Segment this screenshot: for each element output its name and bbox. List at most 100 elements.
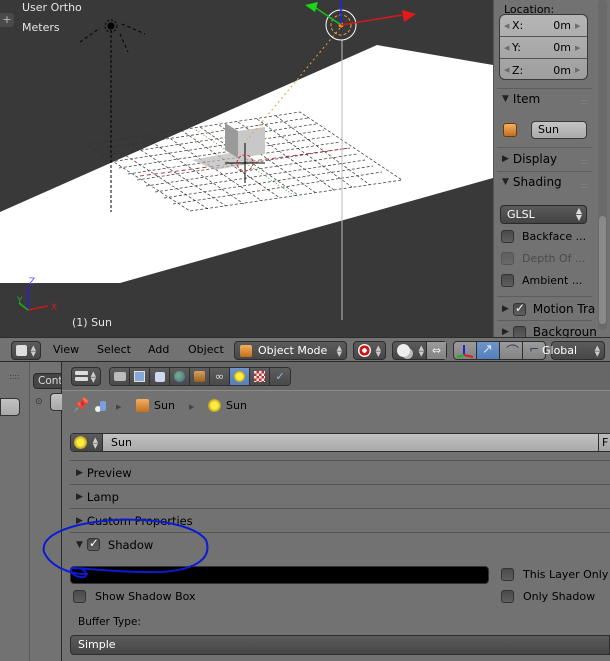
manipulator-toggle-icon[interactable] [453,341,477,360]
scrollbar-thumb[interactable] [599,216,606,324]
preview-panel-header[interactable]: ▶ Preview [70,460,610,484]
rotate-manipulator-button[interactable]: ⌒ [499,341,523,360]
lamp-panel-header[interactable]: ▶ Lamp [70,484,610,508]
3d-viewport[interactable]: Z X Y + User Ortho Meters (1) Sun [0,0,493,337]
ambient-occlusion-checkbox[interactable]: Ambient ... [501,274,582,287]
drag-grip-icon[interactable]: :::: [580,181,588,190]
transform-orientation-select[interactable]: Global ▲ ▼ [542,341,605,360]
decrement-icon[interactable]: ◀ [504,66,512,74]
location-z-field[interactable]: ◀ Z: 0m ▶ [500,59,587,79]
shadow-enable-checkbox[interactable] [86,536,100,551]
axis-label: Y: [512,41,521,54]
viewport-shading-select[interactable]: ▲ ▼ [353,341,386,360]
buffer-type-select[interactable]: Simple [70,635,610,655]
tab-scene[interactable] [150,368,170,385]
tab-constraints[interactable]: ∞ [210,368,230,385]
radio-icon[interactable]: ⊙ [35,397,43,407]
pivot-point-select[interactable]: ▲ ▼ ⇔ [392,341,447,360]
properties-editor: ▲ ▼ ∞ ✓ 📌 ▶ Sun ▶ Sun ▲ ▼ Sun F ▶ Preview ▶… [62,362,610,661]
menu-select[interactable]: Select [97,343,131,356]
location-y-field[interactable]: ◀ Y: 0m ▶ [500,37,587,59]
this-layer-only-checkbox[interactable]: This Layer Only [501,568,608,581]
scene-icon [95,401,107,413]
tab-lamp-data[interactable] [230,368,250,385]
checkbox-box[interactable] [501,590,514,603]
editor-type-button[interactable]: ▲ ▼ [11,341,41,360]
checkbox-box[interactable] [501,230,514,243]
fake-user-button[interactable]: F [598,434,610,451]
updown-arrows-icon: ▲ ▼ [92,436,98,450]
properties-editor-icon-bar [75,377,88,381]
browse-lamp-button[interactable]: ▲ ▼ [71,434,103,451]
background-images-panel-header[interactable]: ▶ Backgroun [502,325,597,337]
backface-culling-checkbox[interactable]: Backface ... [501,230,586,243]
checkbox-box[interactable] [501,274,514,287]
drag-grip-icon[interactable]: :::: [580,157,588,166]
motion-tracking-checkbox[interactable] [512,301,526,316]
scene-icon [154,371,165,382]
display-panel-header[interactable]: ▶ Display [502,152,557,166]
collapsed-triangle-icon: ▶ [502,154,509,164]
manipulate-center-icon[interactable]: ⇔ [426,342,446,359]
increment-icon[interactable]: ▶ [575,22,583,30]
lamp-datablock-selector[interactable]: ▲ ▼ Sun F [70,433,610,452]
background-checkbox[interactable] [512,325,526,337]
shading-mode-select[interactable]: GLSL ▲ ▼ [500,205,587,224]
axis-label: X: [512,19,524,32]
menu-object[interactable]: Object [188,343,224,356]
pivot-icon [397,344,410,357]
object-name-field[interactable]: Sun [531,121,587,139]
shelf-scrollbar[interactable] [598,0,607,330]
breadcrumb-separator-icon: ▶ [116,403,122,411]
tab-render-layers[interactable] [130,368,150,385]
drag-grip-icon[interactable]: :::: [9,372,20,381]
checkbox-box[interactable] [501,568,514,581]
object-icon [194,371,205,382]
editor-type-button[interactable]: ▲ ▼ [71,367,101,386]
updown-arrows-icon: ▲ ▼ [418,344,424,358]
checkbox-box[interactable] [73,590,86,603]
location-fields: ◀ X: 0m ▶ ◀ Y: 0m ▶ ◀ Z: 0m ▶ [499,14,588,80]
decrement-icon[interactable]: ◀ [504,22,512,30]
3d-view-icon [16,345,27,356]
drag-grip-icon[interactable]: :::: [580,97,588,106]
tab-texture[interactable] [250,368,270,385]
custom-properties-panel-header[interactable]: ▶ Custom Properties [70,508,610,532]
panel-title: Shadow [107,537,154,552]
menu-add[interactable]: Add [148,343,169,356]
field-button[interactable] [50,393,62,411]
shadow-color-field[interactable] [70,566,489,584]
orientation-value: Global [542,344,578,357]
tool-shelf-area: Cont ⊙ [30,362,62,661]
divider [497,88,592,89]
show-shadow-box-checkbox[interactable]: Show Shadow Box [73,590,196,603]
viewport-header: ▲ ▼ View Select Add Object Object Mode ▲ ▼… [0,337,610,362]
tab-physics[interactable]: ✓ [270,368,290,385]
tab-object[interactable] [190,368,210,385]
decrement-icon[interactable]: ◀ [504,44,512,52]
axis-value: 0m [553,19,571,32]
location-x-field[interactable]: ◀ X: 0m ▶ [500,15,587,37]
tab-context[interactable]: Cont [33,373,62,389]
object-cube-icon [503,123,517,137]
increment-icon[interactable]: ▶ [575,44,583,52]
only-shadow-checkbox[interactable]: Only Shadow [501,590,595,603]
datablock-name-field[interactable]: Sun [111,436,132,449]
shading-panel-header[interactable]: ▼ Shading [502,175,562,189]
tab-world[interactable] [170,368,190,385]
field-button[interactable] [0,398,20,416]
translate-manipulator-button[interactable]: ↗ [476,341,500,360]
pin-icon[interactable]: 📌 [73,398,89,413]
menu-view[interactable]: View [53,343,79,356]
shadow-panel-header[interactable]: ▼ Shadow [70,532,610,556]
item-panel-header[interactable]: ▼ Item [502,92,540,106]
motion-tracking-panel-header[interactable]: ▶ Motion Tra [502,301,595,317]
toolshelf-toggle-button[interactable]: + [0,13,14,27]
panel-title: Preview [86,465,132,480]
tab-render[interactable] [110,368,130,385]
checkbox-label: Backface ... [522,230,587,243]
increment-icon[interactable]: ▶ [575,66,583,74]
mode-select[interactable]: Object Mode ▲ ▼ [234,341,347,360]
collapsed-triangle-icon: ▶ [76,467,83,478]
panel-title: Backgroun [532,325,597,337]
